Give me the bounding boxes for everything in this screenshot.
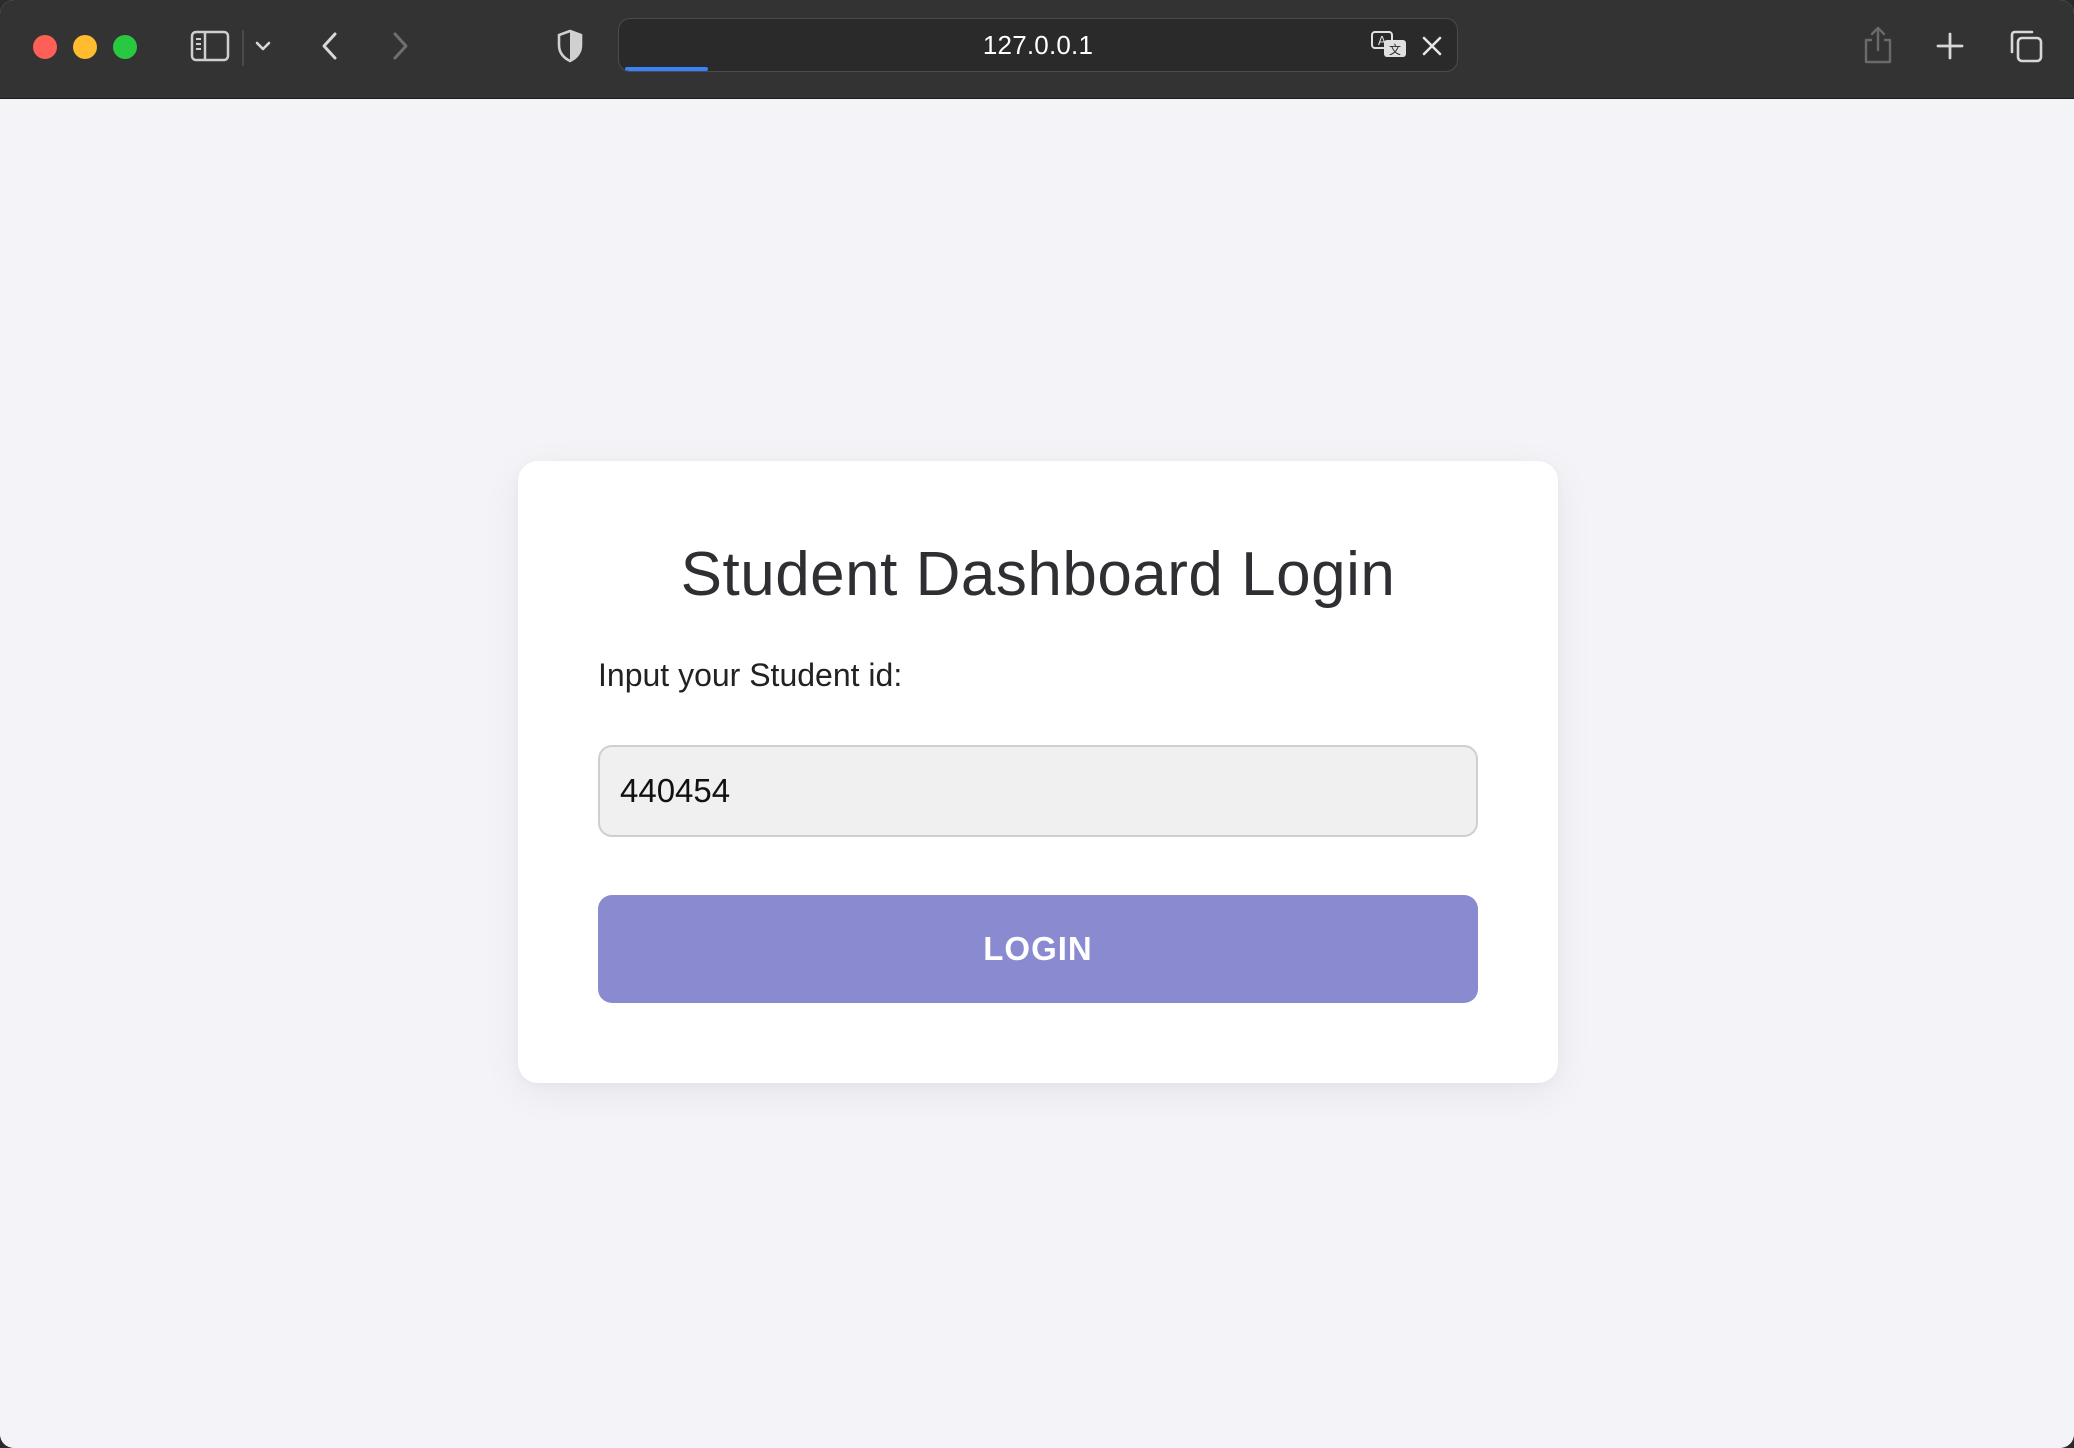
- sidebar-icon[interactable]: [188, 26, 232, 66]
- plus-icon[interactable]: [1932, 26, 1968, 66]
- browser-toolbar: 127.0.0.1 A 文: [0, 0, 2074, 99]
- translate-icon[interactable]: A 文: [1369, 29, 1409, 61]
- svg-text:文: 文: [1389, 42, 1401, 57]
- chevron-down-icon[interactable]: [252, 32, 274, 60]
- address-text[interactable]: 127.0.0.1: [619, 19, 1457, 71]
- address-bar[interactable]: 127.0.0.1 A 文: [618, 18, 1458, 72]
- page-title: Student Dashboard Login: [680, 540, 1396, 609]
- minimize-window-button[interactable]: [73, 35, 97, 59]
- shield-icon[interactable]: [554, 26, 586, 66]
- login-card: Student Dashboard Login Input your Stude…: [518, 461, 1558, 1083]
- toolbar-separator: [242, 30, 244, 66]
- student-id-label: Input your Student id:: [598, 657, 903, 693]
- share-icon[interactable]: [1860, 22, 1896, 68]
- close-window-button[interactable]: [33, 35, 57, 59]
- student-id-input[interactable]: [598, 745, 1478, 837]
- forward-arrow-icon[interactable]: [386, 26, 414, 66]
- login-button[interactable]: LOGIN: [598, 895, 1478, 1003]
- close-icon[interactable]: [1417, 31, 1447, 61]
- browser-window: 127.0.0.1 A 文 Student Dashboard Login In…: [0, 0, 2074, 1448]
- zoom-window-button[interactable]: [113, 35, 137, 59]
- page-content: Student Dashboard Login Input your Stude…: [0, 99, 2074, 1448]
- page-load-progress: [625, 67, 708, 71]
- back-arrow-icon[interactable]: [316, 26, 344, 66]
- tab-overview-icon[interactable]: [2006, 26, 2046, 66]
